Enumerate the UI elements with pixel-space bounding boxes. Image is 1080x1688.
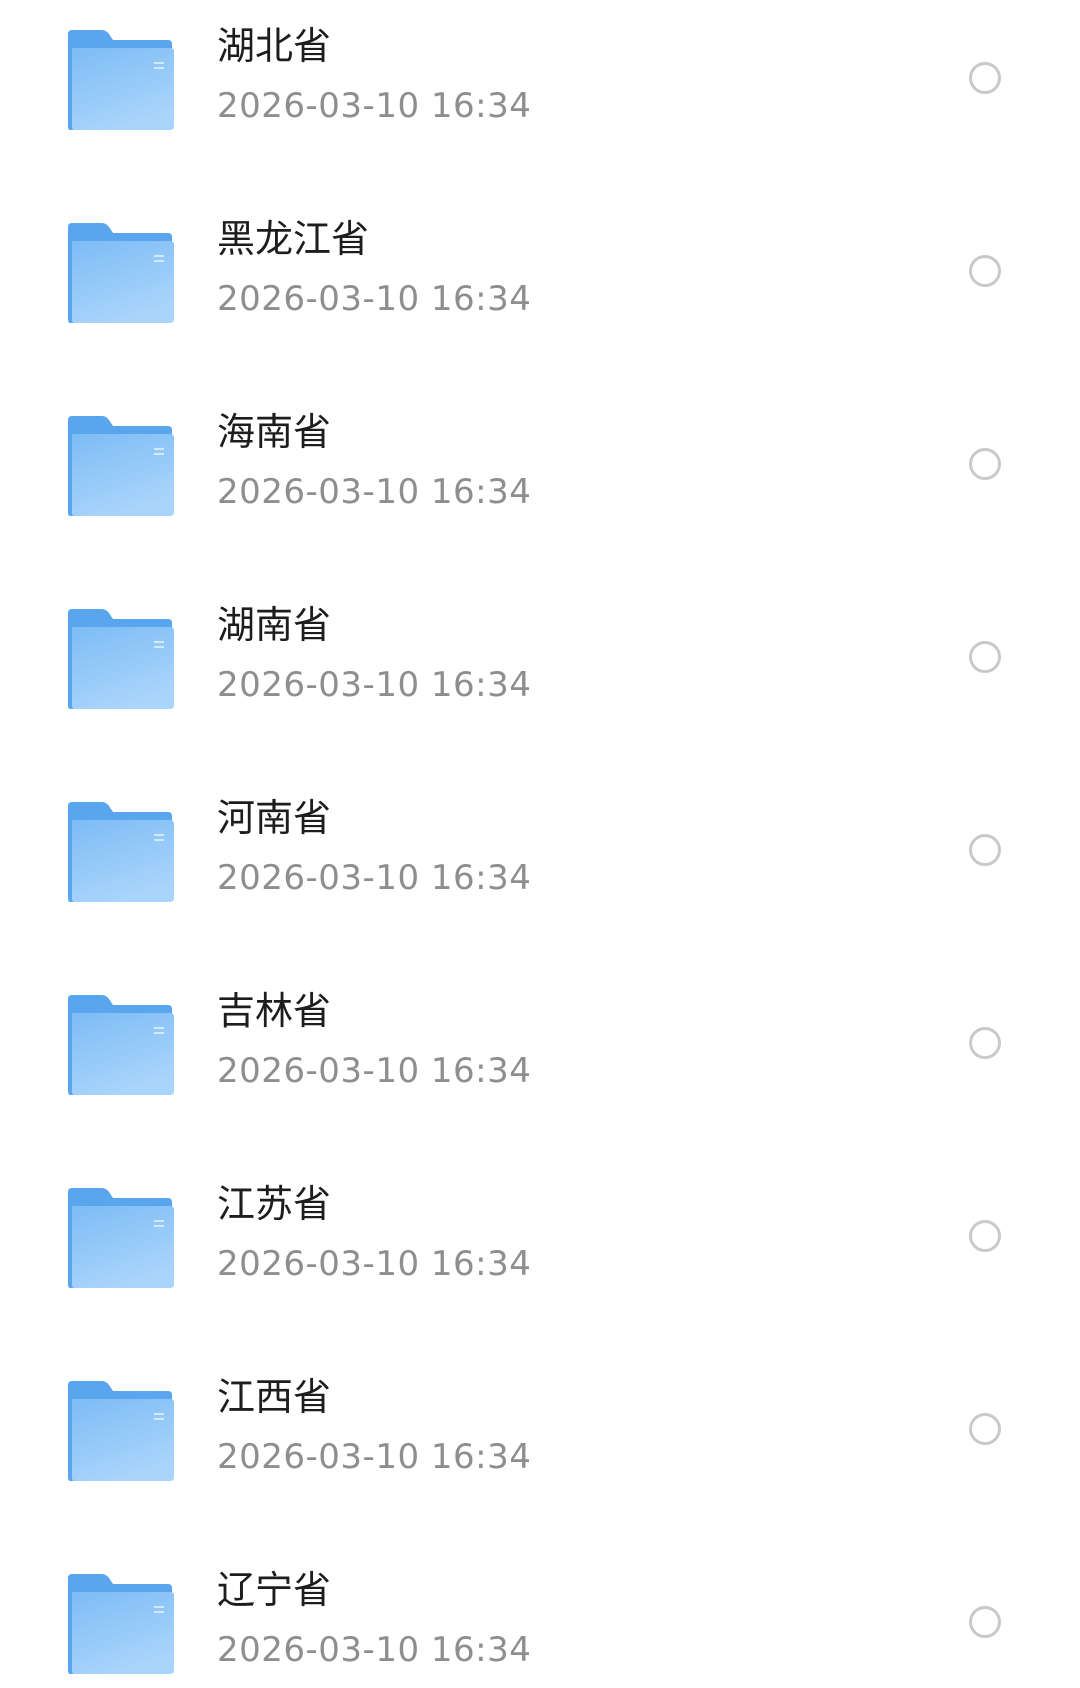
folder-list: 湖北省 2026-03-10 16:34 黑龙江省 2026-03-10 16:… (0, 0, 1080, 1688)
folder-detail-line (154, 834, 164, 836)
list-item[interactable]: 湖北省 2026-03-10 16:34 (0, 0, 1080, 193)
folder-detail-line (154, 453, 164, 455)
select-radio[interactable] (969, 62, 1001, 94)
folder-date: 2026-03-10 16:34 (217, 1630, 532, 1670)
folder-name: 湖北省 (217, 24, 332, 68)
folder-front-shape (72, 48, 174, 130)
folder-icon (66, 28, 176, 132)
folder-icon (66, 993, 176, 1097)
folder-detail-line (154, 67, 164, 69)
folder-detail-line (154, 260, 164, 262)
select-radio[interactable] (969, 1220, 1001, 1252)
list-item[interactable]: 黑龙江省 2026-03-10 16:34 (0, 193, 1080, 386)
folder-detail-line (154, 1606, 164, 1608)
select-radio[interactable] (969, 448, 1001, 480)
folder-front-shape (72, 241, 174, 323)
select-radio[interactable] (969, 1027, 1001, 1059)
folder-name: 吉林省 (217, 989, 332, 1033)
folder-name: 湖南省 (217, 603, 332, 647)
folder-detail-line (154, 1413, 164, 1415)
list-item[interactable]: 河南省 2026-03-10 16:34 (0, 772, 1080, 965)
folder-detail-line (154, 641, 164, 643)
folder-icon (66, 414, 176, 518)
folder-name: 江苏省 (217, 1182, 332, 1226)
folder-front-shape (72, 1592, 174, 1674)
select-radio[interactable] (969, 641, 1001, 673)
folder-name: 河南省 (217, 796, 332, 840)
folder-icon (66, 1379, 176, 1483)
folder-date: 2026-03-10 16:34 (217, 472, 532, 512)
folder-icon (66, 221, 176, 325)
folder-date: 2026-03-10 16:34 (217, 86, 532, 126)
folder-detail-line (154, 255, 164, 257)
folder-front-shape (72, 1399, 174, 1481)
folder-name: 海南省 (217, 410, 332, 454)
folder-front-shape (72, 1206, 174, 1288)
folder-detail-line (154, 62, 164, 64)
select-radio[interactable] (969, 834, 1001, 866)
folder-detail-line (154, 1032, 164, 1034)
folder-name: 黑龙江省 (217, 217, 370, 261)
folder-name: 辽宁省 (217, 1568, 332, 1612)
select-radio[interactable] (969, 1606, 1001, 1638)
list-item[interactable]: 江苏省 2026-03-10 16:34 (0, 1158, 1080, 1351)
folder-detail-line (154, 1418, 164, 1420)
folder-date: 2026-03-10 16:34 (217, 1244, 532, 1284)
folder-date: 2026-03-10 16:34 (217, 665, 532, 705)
select-radio[interactable] (969, 1413, 1001, 1445)
folder-front-shape (72, 434, 174, 516)
folder-detail-line (154, 1027, 164, 1029)
folder-detail-line (154, 1220, 164, 1222)
list-item[interactable]: 海南省 2026-03-10 16:34 (0, 386, 1080, 579)
folder-date: 2026-03-10 16:34 (217, 858, 532, 898)
folder-date: 2026-03-10 16:34 (217, 1051, 532, 1091)
folder-detail-line (154, 646, 164, 648)
folder-icon (66, 800, 176, 904)
folder-detail-line (154, 448, 164, 450)
folder-front-shape (72, 627, 174, 709)
folder-detail-line (154, 839, 164, 841)
folder-detail-line (154, 1225, 164, 1227)
list-item[interactable]: 辽宁省 2026-03-10 16:34 (0, 1544, 1080, 1688)
folder-date: 2026-03-10 16:34 (217, 1437, 532, 1477)
folder-icon (66, 1572, 176, 1676)
folder-name: 江西省 (217, 1375, 332, 1419)
folder-icon (66, 607, 176, 711)
folder-front-shape (72, 820, 174, 902)
folder-icon (66, 1186, 176, 1290)
list-item[interactable]: 吉林省 2026-03-10 16:34 (0, 965, 1080, 1158)
folder-detail-line (154, 1611, 164, 1613)
folder-date: 2026-03-10 16:34 (217, 279, 532, 319)
list-item[interactable]: 江西省 2026-03-10 16:34 (0, 1351, 1080, 1544)
folder-front-shape (72, 1013, 174, 1095)
list-item[interactable]: 湖南省 2026-03-10 16:34 (0, 579, 1080, 772)
select-radio[interactable] (969, 255, 1001, 287)
